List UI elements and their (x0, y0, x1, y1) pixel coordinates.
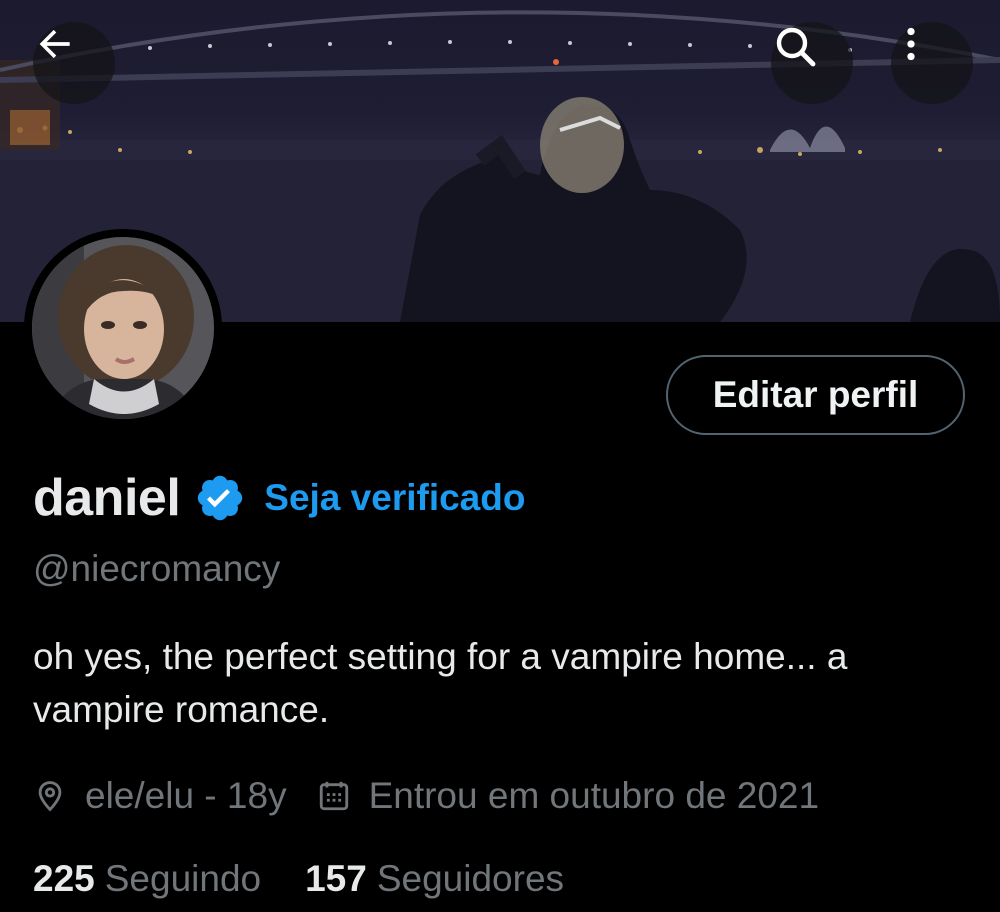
display-name: daniel (33, 469, 181, 527)
arrow-left-icon (39, 29, 70, 59)
name-row: daniel Seja verificado (33, 466, 525, 530)
profile-meta: ele/elu - 18y Entrou em outubro de 2021 (33, 772, 819, 820)
back-button[interactable] (33, 22, 115, 104)
calendar-icon (319, 781, 348, 811)
following-label: Seguindo (104, 858, 262, 899)
search-icon (776, 27, 816, 67)
more-vertical-icon (907, 27, 915, 61)
location-pin-icon (38, 781, 62, 812)
following-link[interactable]: 225 Seguindo (33, 858, 261, 900)
avatar-image (24, 229, 222, 427)
more-options-button[interactable] (891, 22, 973, 104)
user-bio: oh yes, the perfect setting for a vampir… (33, 636, 848, 730)
followers-link[interactable]: 157 Seguidores (305, 858, 564, 900)
following-count: 225 (33, 858, 95, 899)
get-verified-link[interactable]: Seja verificado (264, 477, 525, 519)
location-item: ele/elu - 18y (33, 775, 287, 817)
follow-stats: 225 Seguindo 157 Seguidores (33, 858, 564, 900)
search-button[interactable] (771, 22, 853, 104)
avatar[interactable] (24, 229, 222, 427)
edit-profile-label: Editar perfil (712, 374, 919, 415)
joined-item: Entrou em outubro de 2021 (317, 775, 820, 817)
joined-text: Entrou em outubro de 2021 (368, 775, 820, 816)
user-handle: @niecromancy (33, 548, 281, 589)
followers-label: Seguidores (376, 858, 565, 899)
edit-profile-button[interactable]: Editar perfil (666, 355, 965, 435)
followers-count: 157 (305, 858, 367, 899)
location-text: ele/elu - 18y (85, 775, 287, 816)
profile-page: Editar perfil daniel Seja verificado @ni… (0, 0, 1000, 912)
verified-badge-icon[interactable] (194, 472, 246, 524)
